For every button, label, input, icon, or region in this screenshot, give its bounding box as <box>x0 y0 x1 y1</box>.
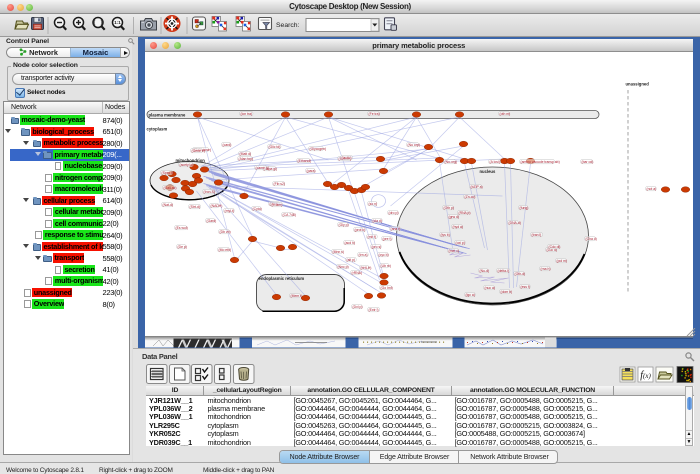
svg-text:1:1: 1:1 <box>114 20 121 25</box>
svg-text:(cla d): (cla d) <box>372 219 381 223</box>
svg-text:cytoplasm: cytoplasm <box>146 127 167 132</box>
svg-text:(oxi p): (oxi p) <box>455 241 464 245</box>
svg-text:(Spec b): (Spec b) <box>161 171 174 175</box>
svg-text:(Nu-d): (Nu-d) <box>479 269 489 273</box>
svg-text:(Glycogen): (Glycogen) <box>309 147 326 151</box>
svg-text:(RNA p): (RNA p) <box>458 211 470 215</box>
svg-text:(Oth-d): (Oth-d) <box>514 272 525 276</box>
svg-text:(Go Iml): (Go Iml) <box>380 286 392 290</box>
svg-text:(DNA-d): (DNA-d) <box>508 221 520 225</box>
svg-text:(Extr l): (Extr l) <box>368 308 378 312</box>
svg-text:(alt p): (alt p) <box>346 258 355 262</box>
svg-text:(Mem t): (Mem t) <box>290 294 302 298</box>
svg-text:(lgc a): (lgc a) <box>465 293 474 297</box>
svg-text:(GalLac): (GalLac) <box>163 186 176 190</box>
svg-text:(hyd a): (hyd a) <box>452 225 463 229</box>
svg-text:nucleus: nucleus <box>479 169 495 174</box>
svg-text:(Cyto): (Cyto) <box>252 207 261 211</box>
svg-text:(rna h): (rna h) <box>540 267 550 271</box>
svg-text:(Es wol): (Es wol) <box>175 226 187 230</box>
svg-text:(dro p): (dro p) <box>388 211 398 215</box>
svg-text:(prot k): (prot k) <box>354 228 365 232</box>
svg-text:(Dvl p): (Dvl p) <box>352 305 362 309</box>
svg-text:(amino vacuole transp ab): (amino vacuole transp ab) <box>520 160 559 164</box>
svg-text:(came g): (came g) <box>255 166 268 170</box>
svg-text:(pre t): (pre t) <box>382 237 391 241</box>
svg-text:(Fe tra): (Fe tra) <box>368 112 379 116</box>
svg-text:(Iron-S): (Iron-S) <box>203 190 215 194</box>
svg-text:(Alan top): (Alan top) <box>238 157 253 161</box>
svg-text:(acd h): (acd h) <box>344 241 355 245</box>
svg-text:(Strt-d): (Strt-d) <box>189 205 200 209</box>
svg-text:(acetyl c): (acetyl c) <box>179 163 193 167</box>
svg-text:(Cdc di): (Cdc di) <box>548 245 560 249</box>
svg-text:(CA 748): (CA 748) <box>282 213 295 217</box>
svg-text:(pol m): (pol m) <box>556 259 567 263</box>
svg-text:(dom b): (dom b) <box>500 290 512 294</box>
svg-text:(fung): (fung) <box>519 206 528 210</box>
svg-text:(lon tra): (lon tra) <box>240 112 252 116</box>
svg-text:(Gard): (Gard) <box>206 219 216 223</box>
svg-text:(myl-t): (myl-t) <box>224 209 234 213</box>
svg-text:(Ethanol): (Ethanol) <box>297 159 311 163</box>
svg-text:(trn a): (trn a) <box>358 253 367 257</box>
svg-text:(ana f): (ana f) <box>390 227 400 231</box>
svg-text:(grw d): (grw d) <box>448 215 459 219</box>
svg-text:(delta-l): (delta-l) <box>497 269 509 273</box>
svg-text:(b farn): (b farn) <box>271 203 282 207</box>
svg-text:(oth m): (oth m) <box>499 112 510 116</box>
svg-text:(lactic): (lactic) <box>341 156 351 160</box>
svg-text:(nuc a): (nuc a) <box>484 286 495 290</box>
svg-text:(ess f): (ess f) <box>520 285 529 289</box>
svg-text:(Fib s2): (Fib s2) <box>273 182 285 186</box>
svg-text:(bar od): (bar od) <box>581 160 593 164</box>
svg-text:(met c): (met c) <box>448 249 459 253</box>
svg-text:(cyc b): (cyc b) <box>378 253 388 257</box>
svg-text:(rRNA): (rRNA) <box>351 271 362 275</box>
svg-text:f(x): f(x) <box>640 370 651 381</box>
svg-text:(Db vb): (Db vb) <box>219 230 230 234</box>
svg-text:(Nu-org): (Nu-org) <box>444 160 457 164</box>
svg-text:plasma membrane: plasma membrane <box>148 112 185 117</box>
svg-text:(De p): (De p) <box>177 245 186 249</box>
svg-text:(NADH): (NADH) <box>210 204 222 208</box>
svg-text:(Gene e): (Gene e) <box>191 149 204 153</box>
svg-text:(bZIP a): (bZIP a) <box>470 185 482 189</box>
svg-text:endoplasmic reticulum: endoplasmic reticulum <box>258 276 304 281</box>
svg-text:(Ub m): (Ub m) <box>380 264 390 268</box>
svg-text:(A losi): (A losi) <box>489 160 499 164</box>
svg-text:(so n): (so n) <box>368 202 377 206</box>
svg-text:unassigned: unassigned <box>625 82 649 87</box>
svg-text:(Nu orp): (Nu orp) <box>407 143 419 147</box>
svg-text:(lys b): (lys b) <box>440 233 449 237</box>
svg-text:(pro s): (pro s) <box>371 245 381 249</box>
svg-text:(Mo eth): (Mo eth) <box>218 248 231 252</box>
svg-text:(Mnn s): (Mnn s) <box>332 250 344 254</box>
svg-text:(Nat-d): (Nat-d) <box>162 203 173 207</box>
svg-text:(Nnc p): (Nnc p) <box>337 265 348 269</box>
svg-text:(bHLH): (bHLH) <box>360 266 371 270</box>
svg-text:(Matt d): (Matt d) <box>239 152 251 156</box>
svg-text:(para): (para) <box>306 169 315 173</box>
svg-text:(Glic td): (Glic td) <box>268 145 280 149</box>
svg-text:(Cha d): (Cha d) <box>585 237 596 241</box>
svg-text:(not a): (not a) <box>646 187 656 191</box>
svg-text:(Oth p): (Oth p) <box>443 206 454 210</box>
svg-text:(Zn-co): (Zn-co) <box>464 195 475 199</box>
svg-text:(Gly p): (Gly p) <box>338 223 348 227</box>
svg-text:(mit f): (mit f) <box>367 235 376 239</box>
svg-text:(card): (card) <box>222 143 231 147</box>
svg-text:(tran l): (tran l) <box>531 233 541 237</box>
